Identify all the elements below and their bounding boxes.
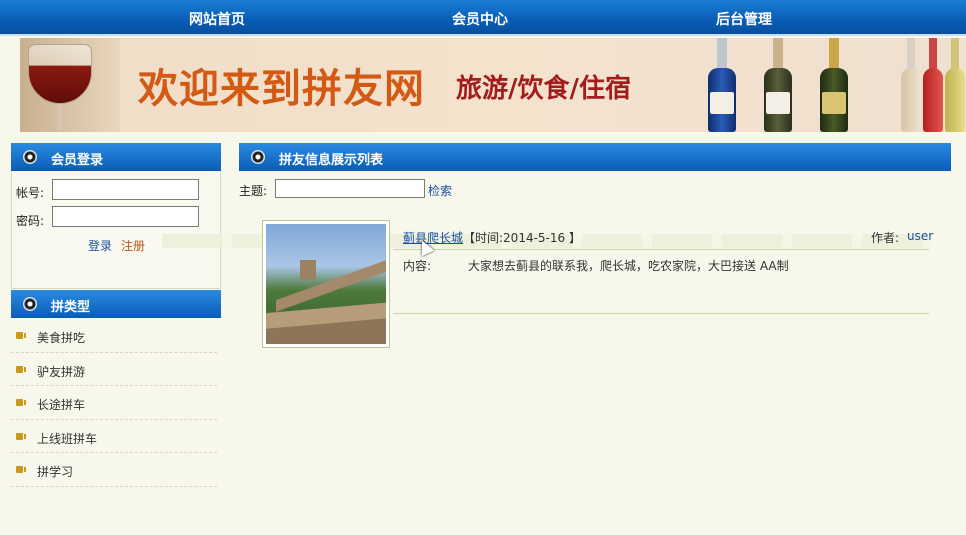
account-label: 帐号: xyxy=(16,186,45,200)
speaker-icon xyxy=(16,432,26,440)
post-thumbnail[interactable] xyxy=(262,220,390,348)
category-label[interactable]: 长途拼车 xyxy=(37,396,85,413)
nav-admin-link[interactable]: 后台管理 xyxy=(716,9,772,29)
bottle-image xyxy=(944,38,966,132)
category-label[interactable]: 拼学习 xyxy=(37,463,73,480)
category-item[interactable]: 美食拼吃 xyxy=(11,319,217,353)
password-input[interactable] xyxy=(52,206,199,227)
category-panel-title: 拼类型 xyxy=(51,300,91,315)
post-author-link[interactable]: user xyxy=(907,229,933,243)
post-content-label: 内容: xyxy=(403,259,432,273)
listing-panel-header: 拼友信息展示列表 xyxy=(239,143,951,171)
banner-subtitle: 旅游/饮食/住宿 xyxy=(456,74,631,104)
category-list: 美食拼吃 驴友拼游 长途拼车 上线班拼车 拼学习 xyxy=(11,319,217,487)
speaker-icon xyxy=(16,466,26,473)
speaker-icon xyxy=(16,399,26,406)
bullet-icon xyxy=(251,150,265,164)
login-panel-header: 会员登录 xyxy=(11,143,221,171)
bottle-image xyxy=(900,38,922,132)
speaker-icon xyxy=(16,332,26,339)
nav-member-center-link[interactable]: 会员中心 xyxy=(452,9,508,29)
bottle-image xyxy=(818,38,850,132)
category-item[interactable]: 长途拼车 xyxy=(11,386,217,420)
post-author-label: 作者: xyxy=(871,231,900,245)
search-label: 主题: xyxy=(239,184,268,198)
password-label: 密码: xyxy=(16,214,45,228)
bullet-icon xyxy=(23,297,37,311)
category-item[interactable]: 上线班拼车 xyxy=(11,420,217,453)
bottle-image xyxy=(706,38,738,132)
category-label[interactable]: 驴友拼游 xyxy=(37,363,85,380)
login-panel: 帐号: 密码: 登录 注册 xyxy=(11,171,221,289)
search-button[interactable]: 检索 xyxy=(428,182,452,199)
site-banner: 欢迎来到拼友网 旅游/饮食/住宿 xyxy=(20,38,966,132)
great-wall-image xyxy=(266,224,386,344)
login-link[interactable]: 登录 xyxy=(88,237,112,254)
bottle-image xyxy=(922,38,944,132)
post-title-link[interactable]: 蓟县爬长城 xyxy=(403,229,463,246)
category-label[interactable]: 美食拼吃 xyxy=(37,329,85,346)
listing-panel-title: 拼友信息展示列表 xyxy=(279,153,384,168)
post-content: 大家想去蓟县的联系我，爬长城，吃农家院，大巴接送 AA制 xyxy=(468,259,789,273)
banner-title: 欢迎来到拼友网 xyxy=(138,66,425,112)
post-time: 【时间:2014-5-16 】 xyxy=(463,231,581,245)
search-input[interactable] xyxy=(275,179,425,198)
account-input[interactable] xyxy=(52,179,199,200)
category-item[interactable]: 驴友拼游 xyxy=(11,353,217,386)
bottle-image xyxy=(762,38,794,132)
login-panel-title: 会员登录 xyxy=(51,153,104,168)
category-panel-header: 拼类型 xyxy=(11,290,221,318)
wine-glass-image xyxy=(20,38,120,132)
post-item: 蓟县爬长城 【时间:2014-5-16 】 作者: user 内容: 大家想去蓟… xyxy=(393,222,933,314)
category-label[interactable]: 上线班拼车 xyxy=(37,430,97,447)
bullet-icon xyxy=(23,150,37,164)
top-nav: 网站首页 会员中心 后台管理 xyxy=(0,0,966,36)
post-header: 蓟县爬长城 【时间:2014-5-16 】 作者: user xyxy=(393,222,933,250)
nav-home-link[interactable]: 网站首页 xyxy=(189,9,245,29)
category-item[interactable]: 拼学习 xyxy=(11,453,217,487)
register-link[interactable]: 注册 xyxy=(121,237,145,254)
speaker-icon xyxy=(16,365,26,373)
